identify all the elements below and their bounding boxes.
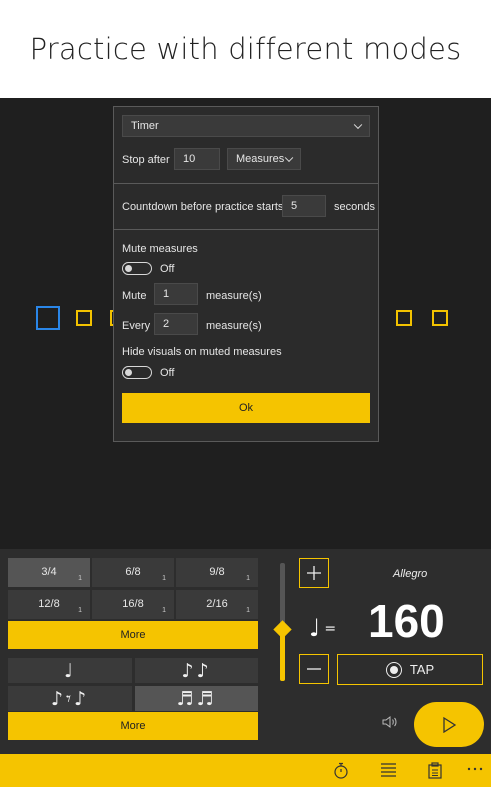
- more-subdivisions-button[interactable]: More: [8, 712, 258, 740]
- mode-select[interactable]: Timer: [122, 115, 370, 137]
- mute-count-input[interactable]: 1: [154, 283, 198, 305]
- minus-icon: [307, 668, 321, 670]
- beat-square-active: [36, 306, 60, 330]
- stop-unit-select[interactable]: Measures: [227, 148, 301, 170]
- hide-visuals-toggle[interactable]: [122, 366, 152, 379]
- play-button[interactable]: [414, 702, 484, 747]
- time-signature-12-8[interactable]: 12/8 1: [8, 590, 90, 619]
- more-icon[interactable]: [467, 767, 483, 771]
- clipboard-icon[interactable]: [428, 762, 442, 779]
- mute-unit: measure(s): [206, 290, 262, 302]
- subdivision-sixteenths[interactable]: ♬♬: [135, 686, 258, 711]
- list-icon[interactable]: [380, 762, 397, 778]
- time-signature-sub: 1: [78, 607, 82, 614]
- metronome-app: Timer Stop after 10 Measures Countdown b…: [0, 98, 491, 787]
- equals-sign: =: [324, 621, 337, 637]
- banner-title: Practice with different modes: [29, 32, 462, 66]
- practice-mode-dialog: Timer Stop after 10 Measures Countdown b…: [113, 106, 379, 442]
- beat-square: [76, 310, 92, 326]
- hide-visuals-label: Hide visuals on muted measures: [122, 346, 282, 358]
- more-time-signatures-button[interactable]: More: [8, 621, 258, 649]
- stop-after-value: 10: [183, 153, 196, 165]
- ok-button[interactable]: Ok: [122, 393, 370, 423]
- tap-tempo-button[interactable]: TAP: [337, 654, 483, 685]
- divider: [114, 229, 378, 230]
- time-signature-sub: 1: [246, 575, 250, 582]
- time-signature-6-8[interactable]: 6/8 1: [92, 558, 174, 587]
- mute-count-value: 1: [163, 288, 170, 300]
- tempo-name: Allegro: [393, 568, 428, 580]
- tap-label: TAP: [409, 662, 435, 677]
- tempo-decrease-button[interactable]: [299, 654, 329, 684]
- hide-visuals-state: Off: [160, 367, 175, 379]
- time-signature-sub: 1: [162, 607, 166, 614]
- time-signature-sub: 1: [162, 575, 166, 582]
- subdivision-eighths[interactable]: ♪♪: [135, 658, 258, 683]
- bpm-value[interactable]: 160: [368, 594, 445, 648]
- countdown-label: Countdown before practice starts: [122, 201, 284, 213]
- countdown-value: 5: [291, 200, 298, 212]
- stop-after-input[interactable]: 10: [174, 148, 220, 170]
- every-unit: measure(s): [206, 320, 262, 332]
- time-signature-2-16[interactable]: 2/16 1: [176, 590, 258, 619]
- mute-measures-toggle[interactable]: [122, 262, 152, 275]
- mute-label: Mute: [122, 290, 147, 302]
- plus-icon: [307, 566, 321, 580]
- chevron-down-icon: [353, 120, 363, 130]
- every-count-input[interactable]: 2: [154, 313, 198, 335]
- mode-select-value: Timer: [131, 120, 159, 132]
- app-bar: [0, 754, 491, 787]
- mute-measures-state: Off: [160, 263, 175, 275]
- countdown-input[interactable]: 5: [282, 195, 326, 217]
- subdivision-quarter[interactable]: ♩: [8, 658, 132, 683]
- time-signature-3-4[interactable]: 3/4 1: [8, 558, 90, 587]
- mute-measures-label: Mute measures: [122, 243, 198, 255]
- stop-after-label: Stop after: [122, 154, 170, 166]
- countdown-unit: seconds: [334, 201, 375, 213]
- tempo-increase-button[interactable]: [299, 558, 329, 588]
- time-signature-16-8[interactable]: 16/8 1: [92, 590, 174, 619]
- time-signature-sub: 1: [78, 575, 82, 582]
- subdivision-triplet[interactable]: ♪𝄾♪: [8, 686, 132, 711]
- play-icon: [443, 716, 456, 733]
- time-signature-9-8[interactable]: 9/8 1: [176, 558, 258, 587]
- every-label: Every: [122, 320, 151, 332]
- chevron-down-icon: [284, 153, 294, 163]
- every-count-value: 2: [163, 318, 170, 330]
- beat-square: [432, 310, 448, 326]
- stopwatch-icon[interactable]: [333, 762, 349, 779]
- tap-target-icon: [385, 661, 402, 678]
- beat-square: [396, 310, 412, 326]
- speaker-icon[interactable]: [382, 715, 398, 729]
- divider: [114, 183, 378, 184]
- promo-banner: Practice with different modes: [0, 0, 491, 98]
- quarter-note-equals: ♩ =: [309, 614, 337, 642]
- time-signature-sub: 1: [246, 607, 250, 614]
- stop-unit-value: Measures: [236, 153, 285, 165]
